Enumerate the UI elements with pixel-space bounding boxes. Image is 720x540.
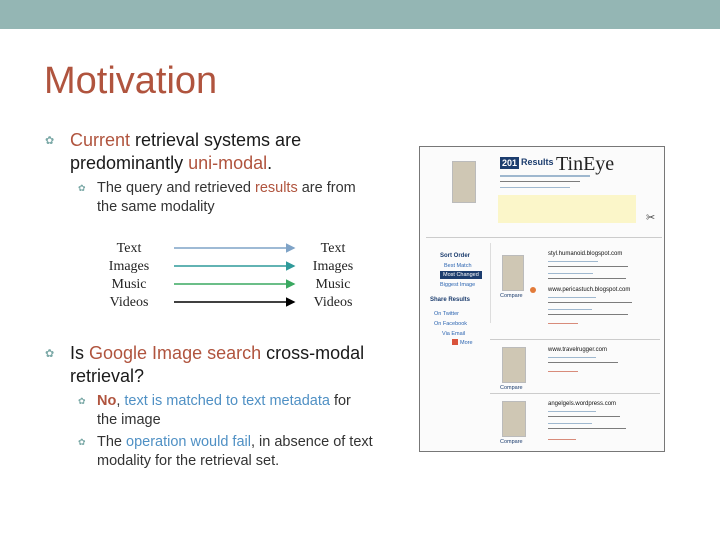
modality-right-videos: Videos bbox=[313, 295, 353, 310]
result-domain[interactable]: styl.humanoid.blogspot.com bbox=[548, 251, 622, 257]
bullet-text: . bbox=[267, 153, 273, 173]
result-domain[interactable]: www.travelrugger.com bbox=[548, 347, 607, 353]
sub-bullet-text: The query and retrieved bbox=[97, 180, 255, 196]
modality-left-images: Images bbox=[108, 259, 150, 274]
bullet-current-systems-line2: predominantly uni-modal. bbox=[70, 152, 272, 174]
sub-bullet-text-metadata: No, text is matched to text metadata for bbox=[97, 392, 351, 411]
sub-bullet-text: The bbox=[97, 434, 127, 450]
result-thumbnail bbox=[502, 347, 526, 383]
most-changed-link[interactable]: Most Changed bbox=[440, 271, 482, 279]
sort-order-label: Sort Order bbox=[440, 253, 471, 259]
query-image-thumbnail bbox=[452, 161, 476, 203]
compare-link[interactable]: Compare bbox=[500, 293, 523, 299]
sub-bullet-same-modality-line2: the same modality bbox=[97, 199, 215, 215]
result-thumbnail bbox=[502, 255, 524, 291]
result-domain[interactable]: angelgels.wordpress.com bbox=[548, 401, 616, 407]
results-label: Results bbox=[521, 157, 554, 167]
sub-bullet-marker-icon: ✿ bbox=[78, 183, 86, 193]
sub-bullet-text: are from bbox=[297, 180, 356, 196]
modality-left-videos: Videos bbox=[109, 295, 149, 310]
compare-link[interactable]: Compare bbox=[500, 439, 523, 445]
modality-arrows bbox=[174, 243, 296, 307]
sub-bullet-operation-fail-line2: modality for the retrieval set. bbox=[97, 453, 280, 469]
sub-bullet-text: , in absence of text bbox=[250, 434, 373, 450]
top-bar bbox=[0, 0, 720, 29]
more-link[interactable]: More bbox=[460, 340, 473, 346]
sub-bullet-marker-icon: ✿ bbox=[78, 396, 86, 406]
sub-bullet-highlight: results bbox=[254, 180, 298, 196]
more-icon bbox=[452, 339, 458, 345]
on-twitter-link[interactable]: On Twitter bbox=[434, 311, 459, 317]
results-count: 201 bbox=[500, 157, 520, 169]
sub-bullet-highlight: No bbox=[97, 393, 117, 409]
sub-bullet-text-metadata-line2: the image bbox=[97, 412, 161, 428]
bullet-text: predominantly bbox=[70, 153, 189, 173]
modality-right-images: Images bbox=[312, 259, 354, 274]
sub-bullet-highlight: operation would fail bbox=[126, 434, 251, 450]
sub-bullet-marker-icon: ✿ bbox=[78, 437, 86, 447]
tineye-logo: TinEye bbox=[556, 153, 615, 175]
signup-notice bbox=[498, 195, 636, 223]
sub-bullet-highlight: text is matched to text metadata bbox=[124, 393, 330, 409]
tineye-screenshot: 201 Results TinEye ✂ Sort Order Best Mat… bbox=[419, 146, 665, 452]
on-facebook-link[interactable]: On Facebook bbox=[434, 321, 467, 327]
via-email-link[interactable]: Via Email bbox=[442, 331, 465, 337]
bullet-marker-icon: ✿ bbox=[45, 348, 55, 360]
bullet-text: retrieval systems are bbox=[130, 130, 302, 150]
share-results-label: Share Results bbox=[430, 297, 471, 303]
result-thumbnail bbox=[502, 401, 526, 437]
best-match-link[interactable]: Best Match bbox=[444, 263, 472, 269]
compare-link[interactable]: Compare bbox=[500, 385, 523, 391]
slide-title: Motivation bbox=[44, 60, 218, 102]
sub-bullet-text: for bbox=[329, 393, 351, 409]
scissors-icon: ✂ bbox=[646, 212, 656, 224]
result-domain[interactable]: www.pericastuch.blogspot.com bbox=[548, 287, 630, 293]
sub-bullet-same-modality: The query and retrieved results are from bbox=[97, 179, 356, 198]
biggest-image-link[interactable]: Biggest Image bbox=[440, 282, 475, 288]
sub-bullet-operation-fail: The operation would fail, in absence of … bbox=[97, 433, 373, 452]
modality-right-music: Music bbox=[315, 277, 351, 292]
bullet-text: cross-modal bbox=[261, 343, 365, 363]
modality-right-text: Text bbox=[320, 241, 346, 256]
bullet-marker-icon: ✿ bbox=[45, 135, 55, 147]
bullet-current-systems: Current retrieval systems are bbox=[70, 129, 301, 151]
bullet-highlight: uni-modal bbox=[188, 153, 268, 173]
bullet-highlight: Google Image search bbox=[89, 343, 262, 363]
modality-left-music: Music bbox=[111, 277, 147, 292]
modality-left-text: Text bbox=[116, 241, 142, 256]
bullet-highlight: Current bbox=[70, 130, 131, 150]
result-badge-icon bbox=[530, 287, 536, 293]
bullet-google-image-search: Is Google Image search cross-modal bbox=[70, 342, 364, 364]
bullet-google-image-search-line2: retrieval? bbox=[70, 366, 145, 386]
bullet-text: Is bbox=[70, 343, 90, 363]
